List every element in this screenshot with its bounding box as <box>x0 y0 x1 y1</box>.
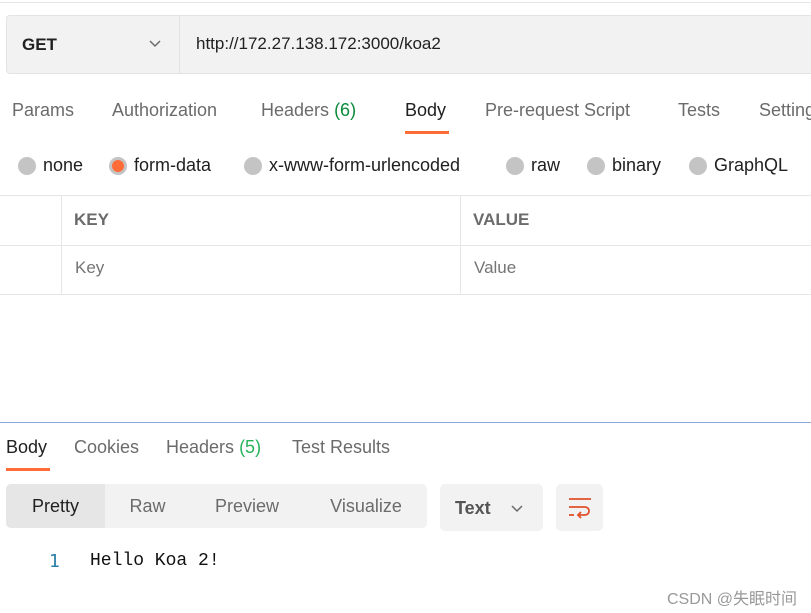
radio-icon <box>18 156 36 175</box>
method-select[interactable]: GET <box>22 35 57 55</box>
response-tab-headers[interactable]: Headers (5) <box>166 437 261 458</box>
table-border <box>0 294 811 295</box>
view-raw[interactable]: Raw <box>105 484 190 528</box>
column-divider <box>460 195 461 295</box>
header-value: VALUE <box>473 210 530 229</box>
response-tab-test-results[interactable]: Test Results <box>292 437 390 458</box>
url-input[interactable]: http://172.27.138.172:3000/koa2 <box>196 34 441 54</box>
wrap-lines-button[interactable] <box>556 484 603 531</box>
view-visualize[interactable]: Visualize <box>316 484 416 528</box>
radio-label: none <box>43 155 84 175</box>
response-line: Hello Koa 2! <box>90 551 220 571</box>
radio-none[interactable]: none <box>18 155 83 176</box>
view-pretty[interactable]: Pretty <box>6 484 105 528</box>
value-input[interactable] <box>474 258 774 278</box>
radio-label: binary <box>612 155 662 175</box>
separator <box>179 16 180 73</box>
line-number: 1 <box>49 551 60 572</box>
headers-count: (5) <box>239 437 262 457</box>
table-border <box>0 245 811 246</box>
response-tab-body[interactable]: Body <box>6 437 47 458</box>
column-divider <box>61 195 62 295</box>
chevron-down-icon[interactable] <box>148 36 162 50</box>
radio-label: form-data <box>134 155 212 175</box>
tab-pre-request-script[interactable]: Pre-request Script <box>485 100 630 121</box>
wrap-lines-icon <box>569 498 591 519</box>
radio-selected-icon <box>109 156 127 175</box>
radio-raw[interactable]: raw <box>506 155 560 176</box>
header-key: KEY <box>74 210 109 229</box>
radio-form-data[interactable]: form-data <box>109 155 211 176</box>
radio-label: GraphQL <box>714 155 789 175</box>
active-tab-indicator <box>6 468 50 471</box>
watermark: CSDN @失眠时间 <box>666 591 797 608</box>
tab-authorization[interactable]: Authorization <box>112 100 217 121</box>
radio-binary[interactable]: binary <box>587 155 661 176</box>
radio-label: raw <box>531 155 561 175</box>
tab-params[interactable]: Params <box>12 100 74 121</box>
chevron-down-icon <box>511 505 523 513</box>
radio-icon <box>244 156 262 175</box>
tab-settings[interactable]: Settings <box>759 100 811 121</box>
radio-icon <box>587 156 605 175</box>
tab-tests[interactable]: Tests <box>678 100 720 121</box>
response-divider[interactable] <box>0 422 811 423</box>
format-dropdown[interactable]: Text <box>440 484 543 531</box>
headers-count: (6) <box>334 100 357 120</box>
tab-label: Headers <box>261 100 330 120</box>
radio-label: x-www-form-urlencoded <box>269 155 461 175</box>
tab-headers[interactable]: Headers (6) <box>261 100 356 121</box>
tab-body[interactable]: Body <box>405 100 446 121</box>
tab-label: Headers <box>166 437 235 457</box>
response-tab-cookies[interactable]: Cookies <box>74 437 139 458</box>
radio-icon <box>689 156 707 175</box>
format-value: Text <box>455 498 491 518</box>
radio-graphql[interactable]: GraphQL <box>689 155 788 176</box>
view-mode-group: Pretty Raw Preview Visualize <box>6 484 427 528</box>
radio-icon <box>506 156 524 175</box>
top-divider <box>0 2 811 3</box>
active-tab-indicator <box>405 131 449 134</box>
table-border <box>0 195 811 196</box>
radio-x-www-form-urlencoded[interactable]: x-www-form-urlencoded <box>244 155 460 176</box>
key-input[interactable] <box>75 258 375 278</box>
view-preview[interactable]: Preview <box>196 484 298 528</box>
